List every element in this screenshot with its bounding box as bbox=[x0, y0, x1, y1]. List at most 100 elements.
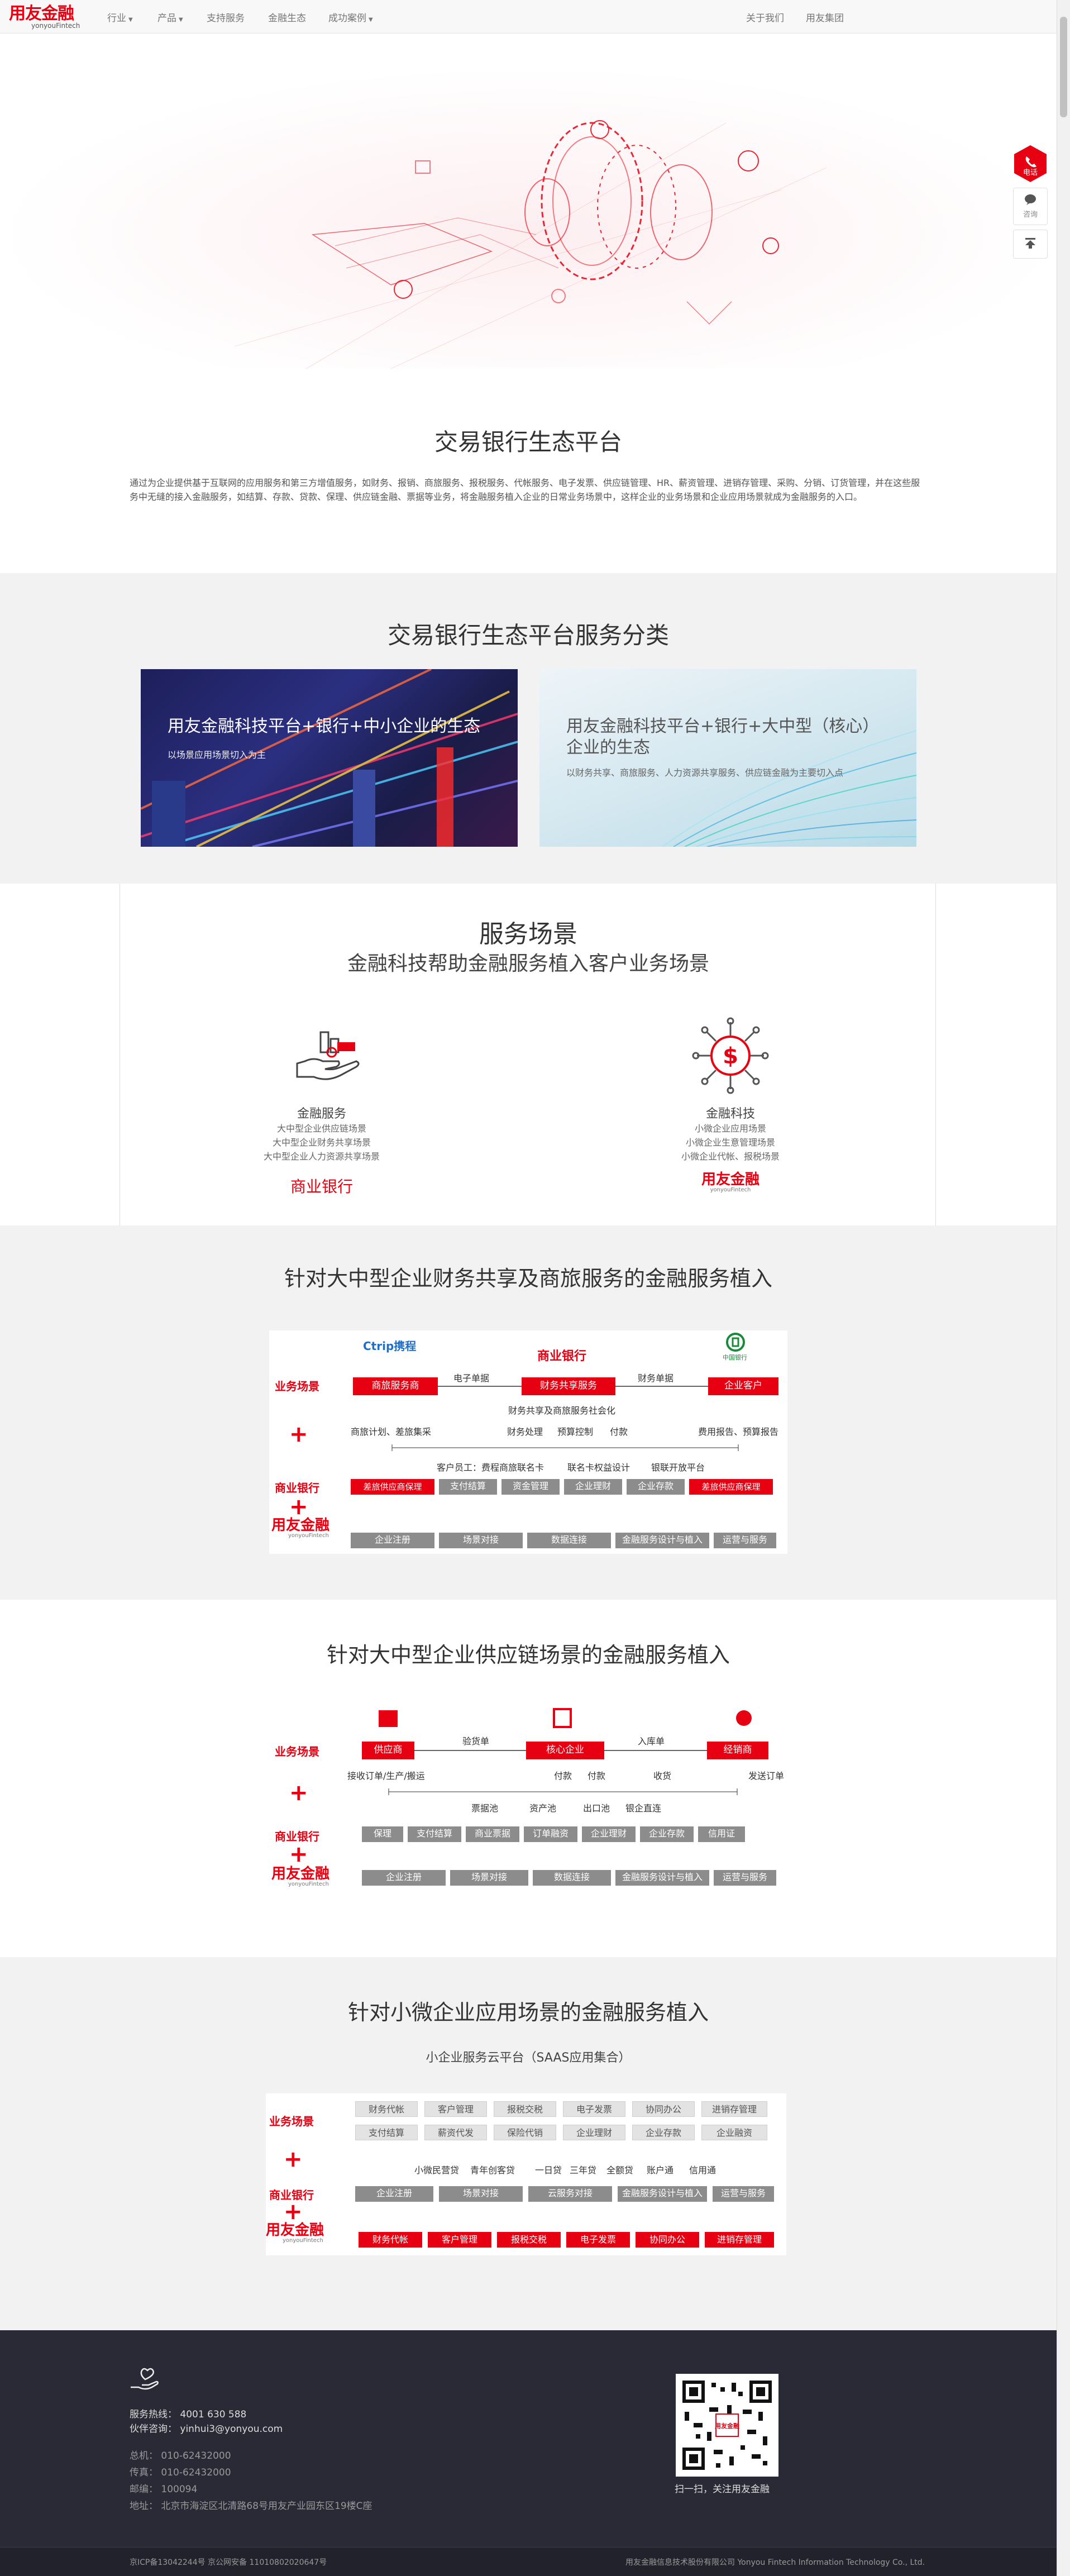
saas-app: 薪资代发 bbox=[424, 2125, 487, 2140]
scrollbar-thumb[interactable] bbox=[1060, 17, 1067, 117]
logo[interactable]: 用友金融 yonyouFintech bbox=[9, 6, 87, 30]
nav-label: 支持服务 bbox=[207, 13, 245, 24]
bank-service: 企业存款 bbox=[640, 1826, 694, 1842]
flow-text: 资产池 bbox=[529, 1803, 557, 1814]
partner-email[interactable]: 伙伴咨询： yinhui3@yonyou.com bbox=[130, 2421, 283, 2435]
bank-service: 支付结算 bbox=[439, 1479, 497, 1495]
saas-app: 企业理财 bbox=[563, 2125, 625, 2140]
arrow-label: 验货单 bbox=[462, 1736, 490, 1747]
saas-app: 财务代帐 bbox=[355, 2101, 418, 2117]
scene-bank: 商业银行 bbox=[290, 1177, 353, 1196]
label-scene: 业务场景 bbox=[269, 2115, 314, 2128]
card-title: 用友金融科技平台+银行+中小企业的生态 bbox=[168, 717, 481, 736]
address: 地址： 北京市海淀区北清路68号用友产业园东区19楼C座 bbox=[130, 2501, 372, 2512]
saas-app: 进销存管理 bbox=[701, 2101, 767, 2117]
loan-product: 信用通 bbox=[689, 2165, 716, 2176]
nav-item-cases[interactable]: 成功案例 ▼ bbox=[328, 10, 373, 24]
fintech-service: 场景对接 bbox=[439, 1533, 523, 1548]
nav-item-about[interactable]: 关于我们 bbox=[746, 10, 784, 24]
saas-app: 支付结算 bbox=[355, 2125, 418, 2140]
flow-text: 预算控制 bbox=[557, 1427, 594, 1437]
plus-icon: + bbox=[289, 1842, 308, 1867]
box-core-enterprise: 核心企业 bbox=[526, 1742, 604, 1759]
phone-button[interactable]: 电话 bbox=[1013, 144, 1048, 183]
flow-text: 收货 bbox=[653, 1771, 672, 1781]
nav-label: 行业 bbox=[107, 13, 126, 24]
brand-text: 用友金融 bbox=[701, 1171, 759, 1188]
box-travel-provider: 商旅服务商 bbox=[353, 1377, 438, 1395]
nav-item-product[interactable]: 产品 ▼ bbox=[157, 10, 183, 24]
hand-coins-icon bbox=[296, 1031, 360, 1080]
saas-app: 企业融资 bbox=[701, 2125, 767, 2140]
diagram1-connectors bbox=[391, 1386, 739, 1451]
label-bank: 商业银行 bbox=[275, 1481, 319, 1495]
bank-service: 资金管理 bbox=[501, 1479, 560, 1495]
saas-app: 企业存款 bbox=[632, 2125, 695, 2140]
fintech-service: 客户管理 bbox=[428, 2232, 491, 2248]
loan-product: 一日贷 bbox=[535, 2165, 562, 2176]
scenes-title: 服务场景 bbox=[479, 920, 577, 948]
yonyou-fintech-logo: 用友金融 yonyouFintech bbox=[619, 1172, 842, 1193]
scene-finance: 金融服务 大中型企业供应链场景 大中型企业财务共享场景 大中型企业人力资源共享场… bbox=[210, 1017, 433, 1197]
flow-text: 接收订单/生产/搬运 bbox=[347, 1771, 425, 1781]
box-finance-share: 财务共享服务 bbox=[522, 1377, 615, 1395]
category-card-large[interactable]: 用友金融科技平台+银行+大中型（核心）企业的生态 以财务共享、商旅服务、人力资源… bbox=[539, 669, 916, 847]
footer: 服务热线： 4001 630 588 伙伴咨询： yinhui3@yonyou.… bbox=[0, 2330, 1057, 2576]
nav-label: 成功案例 bbox=[328, 13, 366, 24]
bank-service: 企业理财 bbox=[582, 1826, 636, 1842]
nav-label: 产品 bbox=[157, 13, 176, 24]
bank-service: 企业存款 bbox=[627, 1479, 685, 1495]
flow-text: 联名卡权益设计 bbox=[567, 1462, 630, 1473]
page: 用友金融 yonyouFintech 行业 ▼ 产品 ▼ 支持服务 金融生态 成功案… bbox=[0, 0, 1070, 2576]
fintech-service: 场景对接 bbox=[450, 1870, 528, 1886]
scene-line: 大中型企业人力资源共享场景 bbox=[263, 1151, 380, 1162]
plus-icon: + bbox=[289, 1494, 308, 1520]
scene-line: 小微企业应用场景 bbox=[694, 1123, 766, 1134]
nav-item-industry[interactable]: 行业 ▼ bbox=[107, 10, 133, 24]
saas-app: 保险代销 bbox=[494, 2125, 556, 2140]
page-scrollbar[interactable] bbox=[1057, 0, 1070, 2576]
yonyou-fintech-logo: 用友金融 yonyouFintech bbox=[266, 2223, 324, 2244]
box-supplier: 供应商 bbox=[362, 1742, 414, 1759]
saas-app: 电子发票 bbox=[563, 2101, 625, 2117]
copyright-bar: 京ICP备13042244号 京公网安备 11010802020647号 用友金… bbox=[0, 2547, 1057, 2576]
brand-text: 用友金融 bbox=[271, 1517, 330, 1534]
arrow-label: 入库单 bbox=[638, 1736, 665, 1747]
nav-item-support[interactable]: 支持服务 bbox=[207, 10, 245, 24]
card-title: 用友金融科技平台+银行+大中型（核心）企业的生态 bbox=[566, 717, 871, 757]
bank-service: 支付结算 bbox=[408, 1826, 461, 1842]
bank-service: 保理 bbox=[362, 1826, 403, 1842]
scene-name: 金融科技 bbox=[705, 1107, 755, 1121]
flow-text: 票据池 bbox=[471, 1803, 499, 1814]
box-distributor: 经销商 bbox=[707, 1742, 768, 1759]
logo-text: 用友金融 bbox=[9, 4, 74, 23]
fintech-service: 数据连接 bbox=[527, 1533, 611, 1548]
back-to-top-button[interactable] bbox=[1013, 230, 1048, 259]
floating-tools: 电话 咨询 bbox=[1013, 144, 1048, 259]
diagram3-title: 针对小微企业应用场景的金融服务植入 bbox=[347, 2000, 709, 2025]
icp-license[interactable]: 京ICP备13042244号 京公网安备 11010802020647号 bbox=[130, 2556, 327, 2568]
consult-button[interactable]: 咨询 bbox=[1013, 188, 1048, 225]
box-enterprise: 企业客户 bbox=[708, 1377, 778, 1395]
loan-product: 三年贷 bbox=[570, 2165, 597, 2176]
scene-line: 大中型企业财务共享场景 bbox=[272, 1137, 371, 1148]
diagram3: 业务场景 财务代帐 客户管理 报税交税 电子发票 协同办公 进销存管理 支付结算… bbox=[266, 2093, 786, 2255]
fintech-service: 运营与服务 bbox=[714, 1870, 776, 1886]
fintech-service: 企业注册 bbox=[362, 1870, 446, 1886]
loan-product: 账户通 bbox=[647, 2165, 674, 2176]
flow-text: 付款 bbox=[554, 1771, 572, 1781]
caret-down-icon: ▼ bbox=[128, 17, 133, 23]
brand-sub: yonyouFintech bbox=[283, 2238, 323, 2244]
fintech-service: 协同办公 bbox=[636, 2232, 699, 2248]
nav-item-ecosystem[interactable]: 金融生态 bbox=[268, 10, 306, 24]
category-card-sme[interactable]: 用友金融科技平台+银行+中小企业的生态 以场景应用场景切入为主 bbox=[141, 669, 518, 847]
scene-line: 小微企业生意管理场景 bbox=[685, 1137, 775, 1148]
nav-item-group[interactable]: 用友集团 bbox=[806, 10, 844, 24]
fintech-service: 运营与服务 bbox=[714, 1533, 776, 1548]
saas-app: 协同办公 bbox=[632, 2101, 695, 2117]
logo-sub: yonyouFintech bbox=[31, 22, 80, 30]
bank-service: 企业注册 bbox=[355, 2186, 433, 2202]
scene-line: 大中型企业供应链场景 bbox=[276, 1123, 366, 1134]
intro-text: 通过为企业提供基于互联网的应用服务和第三方增值服务，如财务、报销、商旅服务、报税… bbox=[130, 478, 920, 502]
svg-text:$: $ bbox=[723, 1043, 738, 1069]
